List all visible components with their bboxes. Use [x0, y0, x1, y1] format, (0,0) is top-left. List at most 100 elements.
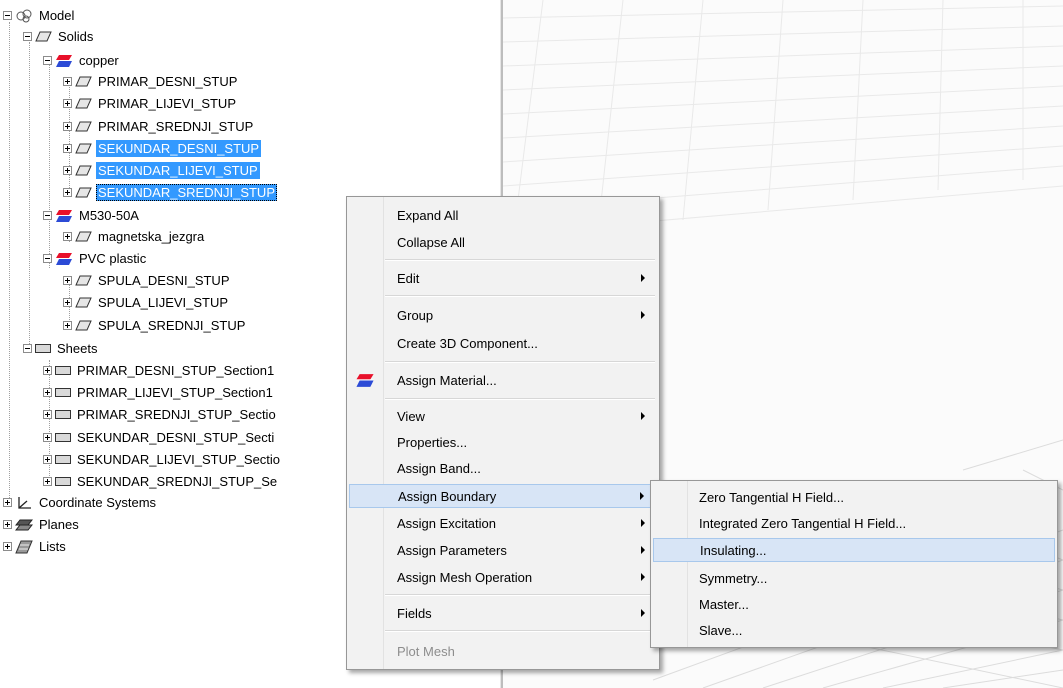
menu-item-fields[interactable]: Fields: [349, 601, 657, 625]
menu-item-create-3d-component[interactable]: Create 3D Component...: [349, 331, 657, 355]
tree-node-coordinate-systems[interactable]: Coordinate Systems: [3, 492, 158, 513]
submenu-item-insulating[interactable]: Insulating...: [653, 538, 1055, 562]
model-icon: [16, 9, 32, 22]
tree-label: copper: [79, 53, 119, 68]
expand-icon[interactable]: [3, 542, 12, 551]
tree-label: Solids: [58, 29, 94, 44]
collapse-icon[interactable]: [23, 32, 32, 41]
expand-icon[interactable]: [63, 188, 72, 197]
tree-node-m530[interactable]: M530-50A: [43, 205, 141, 226]
submenu-item-zero-tangential-h-field[interactable]: Zero Tangential H Field...: [653, 485, 1055, 509]
tree-node-sheet[interactable]: SEKUNDAR_SREDNJI_STUP_Se: [43, 471, 279, 492]
menu-item-expand-all[interactable]: Expand All: [349, 203, 657, 227]
tree-node-pvc[interactable]: PVC plastic: [43, 248, 148, 269]
menu-item-label: Assign Excitation: [397, 515, 496, 531]
tree-node-solid[interactable]: PRIMAR_DESNI_STUP: [63, 71, 239, 92]
tree-node-sheet[interactable]: PRIMAR_DESNI_STUP_Section1: [43, 360, 276, 381]
menu-item-group[interactable]: Group: [349, 303, 657, 327]
tree-node-solid[interactable]: SEKUNDAR_DESNI_STUP: [63, 138, 262, 159]
collapse-icon[interactable]: [23, 344, 32, 353]
tree-label: SEKUNDAR_DESNI_STUP_Secti: [77, 430, 275, 445]
expand-icon[interactable]: [63, 99, 72, 108]
tree-node-planes[interactable]: Planes: [3, 514, 81, 535]
menu-item-label: Assign Band...: [397, 460, 481, 476]
tree-node-sheets[interactable]: Sheets: [23, 338, 99, 359]
menu-separator: [385, 630, 655, 632]
collapse-icon[interactable]: [43, 254, 52, 263]
tree-label: Lists: [39, 539, 66, 554]
collapse-icon[interactable]: [3, 11, 12, 20]
tree-node-sheet[interactable]: PRIMAR_SREDNJI_STUP_Sectio: [43, 404, 278, 425]
submenu-arrow-icon: [641, 519, 645, 527]
menu-separator: [385, 398, 655, 400]
menu-item-assign-boundary[interactable]: Assign Boundary: [349, 484, 657, 508]
tree-node-sheet[interactable]: PRIMAR_LIJEVI_STUP_Section1: [43, 382, 275, 403]
expand-icon[interactable]: [43, 366, 52, 375]
solid-icon: [75, 121, 92, 132]
expand-icon[interactable]: [63, 232, 72, 241]
tree-label: SPULA_DESNI_STUP: [98, 273, 230, 288]
menu-item-view[interactable]: View: [349, 404, 657, 428]
menu-item-edit[interactable]: Edit: [349, 266, 657, 290]
expand-icon[interactable]: [43, 455, 52, 464]
submenu-arrow-icon: [640, 492, 644, 500]
submenu-item-symmetry[interactable]: Symmetry...: [653, 566, 1055, 590]
tree-node-solid[interactable]: SEKUNDAR_SREDNJI_STUP: [63, 182, 277, 203]
menu-item-label: Symmetry...: [699, 570, 768, 586]
expand-icon[interactable]: [43, 388, 52, 397]
expand-icon[interactable]: [63, 144, 72, 153]
expand-icon[interactable]: [63, 166, 72, 175]
tree-node-solid[interactable]: SPULA_LIJEVI_STUP: [63, 292, 230, 313]
tree-label-selected: SEKUNDAR_LIJEVI_STUP: [96, 162, 260, 179]
sheet-icon: [55, 366, 71, 375]
submenu-item-slave[interactable]: Slave...: [653, 618, 1055, 642]
tree-node-copper[interactable]: copper: [43, 50, 121, 71]
solid-icon: [75, 187, 92, 198]
collapse-icon[interactable]: [43, 56, 52, 65]
menu-item-assign-material[interactable]: Assign Material...: [349, 368, 657, 392]
tree-label: PRIMAR_SREDNJI_STUP_Sectio: [77, 407, 276, 422]
expand-icon[interactable]: [43, 410, 52, 419]
tree-node-solid[interactable]: magnetska_jezgra: [63, 226, 206, 247]
tree-node-model[interactable]: Model: [3, 5, 76, 26]
material-icon: [56, 252, 72, 265]
expand-icon[interactable]: [3, 498, 12, 507]
expand-icon[interactable]: [63, 276, 72, 285]
expand-icon[interactable]: [63, 77, 72, 86]
menu-item-label: View: [397, 408, 425, 424]
tree-label: SPULA_SREDNJI_STUP: [98, 318, 246, 333]
tree-node-solid[interactable]: SPULA_DESNI_STUP: [63, 270, 232, 291]
menu-item-label: Properties...: [397, 434, 468, 450]
expand-icon[interactable]: [63, 298, 72, 307]
tree-node-solid[interactable]: SEKUNDAR_LIJEVI_STUP: [63, 160, 260, 181]
expand-icon[interactable]: [43, 477, 52, 486]
expand-icon[interactable]: [3, 520, 12, 529]
tree-node-solids[interactable]: Solids: [23, 26, 95, 47]
submenu-item-master[interactable]: Master...: [653, 592, 1055, 616]
tree-node-solid[interactable]: PRIMAR_SREDNJI_STUP: [63, 116, 255, 137]
menu-item-label: Zero Tangential H Field...: [699, 489, 844, 505]
tree-node-solid[interactable]: SPULA_SREDNJI_STUP: [63, 315, 247, 336]
expand-icon[interactable]: [63, 321, 72, 330]
tree-label: PRIMAR_DESNI_STUP: [98, 74, 238, 89]
menu-item-assign-excitation[interactable]: Assign Excitation: [349, 511, 657, 535]
solid-icon: [75, 297, 92, 308]
menu-item-collapse-all[interactable]: Collapse All: [349, 230, 657, 254]
menu-item-assign-parameters[interactable]: Assign Parameters: [349, 538, 657, 562]
expand-icon[interactable]: [43, 433, 52, 442]
collapse-icon[interactable]: [43, 211, 52, 220]
tree-label: PRIMAR_LIJEVI_STUP: [98, 96, 236, 111]
menu-item-label: Assign Parameters: [397, 542, 507, 558]
menu-item-properties[interactable]: Properties...: [349, 430, 657, 454]
submenu-item-integrated-zero-tangential-h-field[interactable]: Integrated Zero Tangential H Field...: [653, 511, 1055, 535]
tree-node-lists[interactable]: Lists: [3, 536, 68, 557]
menu-item-assign-band[interactable]: Assign Band...: [349, 456, 657, 480]
menu-item-label: Assign Mesh Operation: [397, 569, 533, 585]
menu-item-assign-mesh-operation[interactable]: Assign Mesh Operation: [349, 565, 657, 589]
tree-node-solid[interactable]: PRIMAR_LIJEVI_STUP: [63, 93, 238, 114]
tree-node-sheet[interactable]: SEKUNDAR_DESNI_STUP_Secti: [43, 427, 276, 448]
menu-item-plot-mesh: Plot Mesh: [349, 639, 657, 663]
tree-node-sheet[interactable]: SEKUNDAR_LIJEVI_STUP_Sectio: [43, 449, 282, 470]
menu-separator: [385, 594, 655, 596]
expand-icon[interactable]: [63, 122, 72, 131]
